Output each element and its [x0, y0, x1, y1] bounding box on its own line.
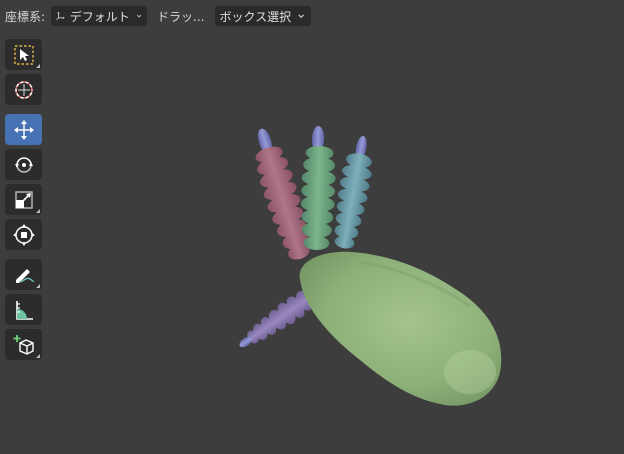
transform-icon — [12, 223, 35, 246]
body-green[interactable] — [299, 251, 502, 406]
scale-icon — [14, 190, 33, 209]
finger-purple[interactable] — [233, 287, 317, 356]
finger-teal[interactable] — [329, 133, 378, 250]
ruler-icon — [15, 300, 33, 320]
rotate-tool[interactable] — [5, 149, 42, 180]
finger-green[interactable] — [299, 125, 337, 250]
annotate-tool[interactable] — [5, 259, 42, 290]
cursor-icon — [14, 80, 33, 99]
orientation-axes-icon — [56, 12, 65, 21]
viewport-header: 座標系: デフォルト ドラッ... ボックス選択 — [0, 4, 311, 28]
drag-dropdown[interactable]: ボックス選択 — [214, 6, 311, 26]
move-tool[interactable] — [5, 114, 42, 145]
3d-viewport[interactable]: 座標系: デフォルト ドラッ... ボックス選択 — [0, 0, 624, 454]
move-arrows-icon — [13, 119, 34, 140]
drag-value: ボックス選択 — [219, 9, 292, 24]
select-box-tool[interactable] — [5, 39, 42, 70]
rotate-icon — [14, 156, 33, 173]
orientation-label: 座標系: — [5, 9, 46, 24]
add-cube-icon — [13, 334, 34, 355]
drag-label: ドラッ... — [157, 9, 205, 24]
scene-render[interactable] — [0, 0, 624, 454]
scale-tool[interactable] — [5, 184, 42, 215]
orientation-value: デフォルト — [69, 9, 130, 24]
add-cube-tool[interactable] — [5, 329, 42, 360]
pencil-icon — [15, 268, 34, 283]
tool-shelf — [5, 39, 43, 364]
chevron-down-icon — [298, 14, 305, 19]
select-box-icon — [13, 44, 34, 65]
measure-tool[interactable] — [5, 294, 42, 325]
transform-tool[interactable] — [5, 219, 42, 250]
orientation-dropdown[interactable]: デフォルト — [51, 6, 148, 26]
chevron-down-icon — [136, 14, 142, 18]
cursor-tool[interactable] — [5, 74, 42, 105]
